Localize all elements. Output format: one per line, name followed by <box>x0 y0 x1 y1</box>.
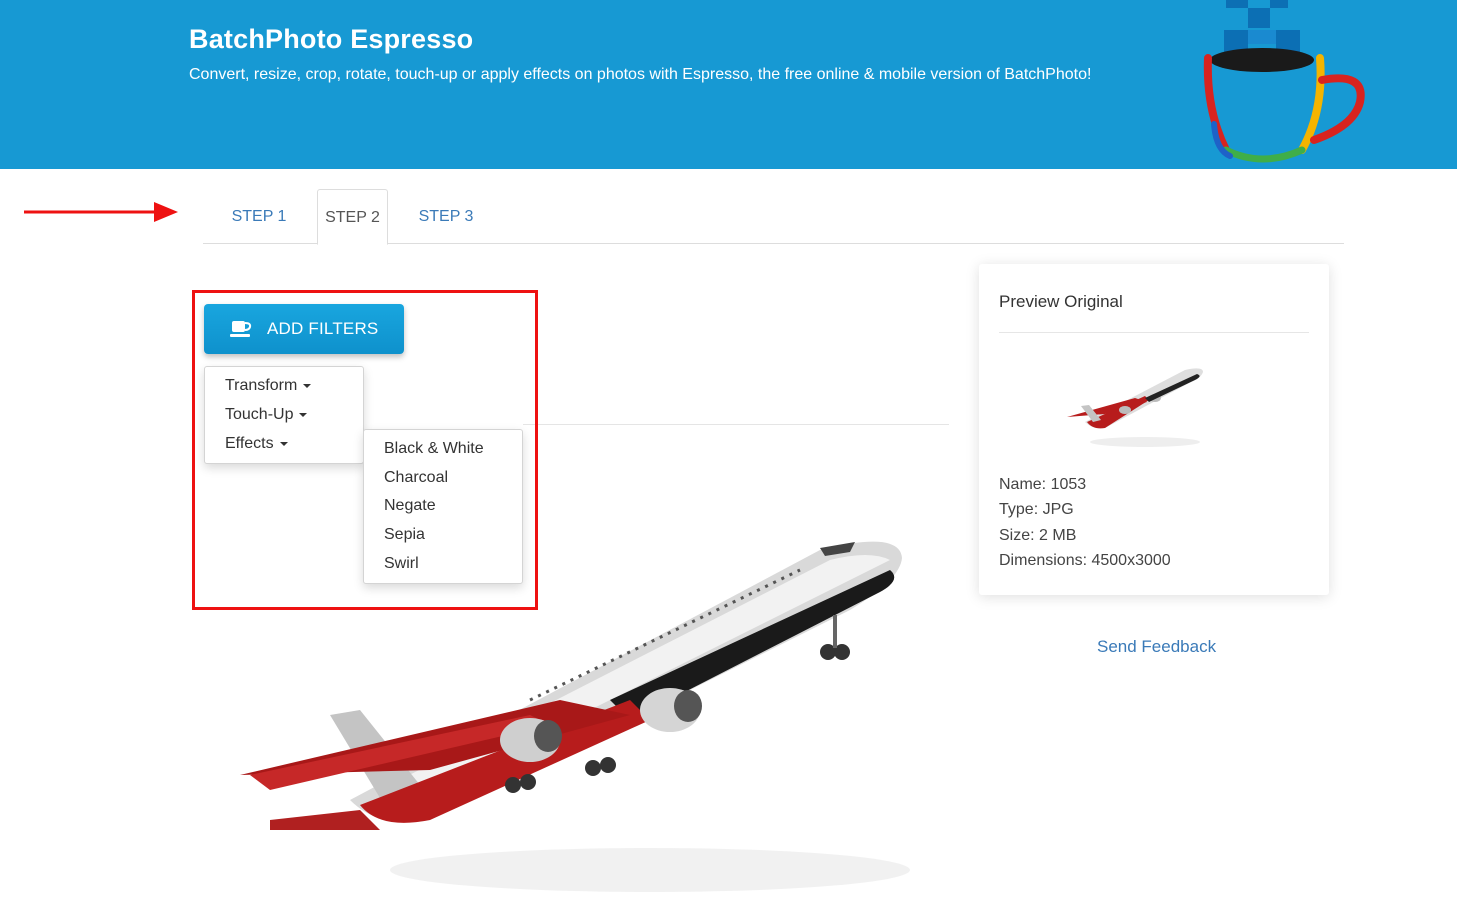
preview-dimensions: Dimensions: 4500x3000 <box>999 552 1171 569</box>
menu-item-label: Touch-Up <box>225 406 294 423</box>
card-divider <box>999 332 1309 333</box>
preview-name: Name: 1053 <box>999 476 1087 493</box>
airplane-photo <box>240 541 910 892</box>
submenu-item-swirl[interactable]: Swirl <box>384 555 419 573</box>
caret-down-icon <box>279 441 288 446</box>
submenu-item-charcoal[interactable]: Charcoal <box>384 469 448 487</box>
preview-type: Type: JPG <box>999 501 1074 518</box>
menu-item-transform[interactable]: Transform <box>225 377 312 395</box>
menu-item-label: Effects <box>225 435 274 452</box>
coffee-cup-icon <box>230 321 252 337</box>
effects-submenu: Black & White Charcoal Negate Sepia Swir… <box>363 429 523 584</box>
preview-card: Preview Original Name: 1053 Type: JPG Si… <box>979 264 1329 595</box>
preview-size: Size: 2 MB <box>999 527 1077 544</box>
submenu-item-negate[interactable]: Negate <box>384 497 436 515</box>
app-title: BatchPhoto Espresso <box>189 24 474 54</box>
tab-step-3[interactable]: STEP 3 <box>411 189 481 244</box>
header-banner: BatchPhoto Espresso Convert, resize, cro… <box>0 0 1457 169</box>
submenu-item-sepia[interactable]: Sepia <box>384 526 425 544</box>
add-filters-label: ADD FILTERS <box>267 319 379 338</box>
add-filters-button[interactable]: ADD FILTERS <box>204 304 404 354</box>
preview-title: Preview Original <box>999 292 1123 311</box>
tab-step-1[interactable]: STEP 1 <box>217 189 301 244</box>
espresso-cup-logo-icon <box>1203 0 1365 163</box>
preview-thumbnail <box>1067 368 1203 447</box>
annotation-arrow-icon <box>24 202 178 222</box>
caret-down-icon <box>303 383 312 388</box>
caret-down-icon <box>299 412 308 417</box>
step-tabs: STEP 1 STEP 2 STEP 3 <box>203 189 1344 245</box>
menu-item-touch-up[interactable]: Touch-Up <box>225 406 308 424</box>
submenu-item-black-white[interactable]: Black & White <box>384 440 484 458</box>
app-subtitle: Convert, resize, crop, rotate, touch-up … <box>189 66 1092 83</box>
send-feedback-link[interactable]: Send Feedback <box>1097 637 1216 657</box>
filters-dropdown-menu: Transform Touch-Up Effects <box>204 366 364 464</box>
menu-item-effects[interactable]: Effects <box>225 435 288 453</box>
divider <box>523 424 949 425</box>
menu-item-label: Transform <box>225 377 298 394</box>
tab-step-2[interactable]: STEP 2 <box>317 189 388 245</box>
